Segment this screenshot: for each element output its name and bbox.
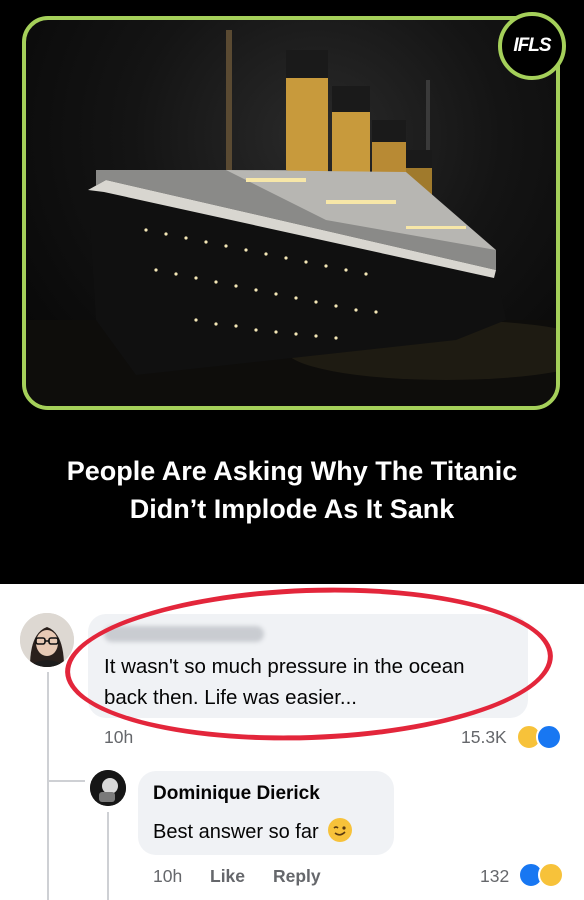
- titanic-photo: [22, 16, 560, 410]
- titanic-illustration: [26, 30, 556, 406]
- reply-timestamp[interactable]: 10h: [153, 866, 182, 887]
- thread-line: [47, 672, 49, 900]
- thread-branch: [47, 780, 85, 782]
- ifls-logo-text: IFLS: [513, 35, 551, 56]
- comment-reaction-count[interactable]: 15.3K: [461, 727, 507, 748]
- wink-emoji: [328, 818, 353, 842]
- avatar-portrait: [20, 613, 74, 667]
- headline-line-2: Didn’t Implode As It Sank: [129, 494, 455, 524]
- reply-reply-link[interactable]: Reply: [273, 866, 321, 887]
- reply-thread-line: [107, 812, 109, 900]
- reply-reactions[interactable]: [518, 862, 564, 888]
- red-highlight-circle: [62, 579, 556, 749]
- comment-reactions[interactable]: [516, 724, 562, 750]
- reply-like-link[interactable]: Like: [210, 866, 245, 887]
- reply-text-content: Best answer so far: [153, 821, 319, 843]
- reply-author-name[interactable]: Dominique Dierick: [153, 783, 320, 805]
- reply-reaction-count[interactable]: 132: [480, 866, 509, 887]
- headline-line-1: People Are Asking Why The Titanic: [66, 456, 518, 486]
- post-image-card[interactable]: IFLS People Are Asking Why The Titanic D…: [0, 0, 584, 584]
- ifls-logo-badge: IFLS: [498, 12, 566, 80]
- commenter-avatar[interactable]: [20, 613, 74, 667]
- reply-text: Best answer so far: [153, 818, 353, 844]
- like-icon: [536, 724, 562, 750]
- comment-timestamp[interactable]: 10h: [104, 727, 133, 748]
- article-headline[interactable]: People Are Asking Why The Titanic Didn’t…: [0, 452, 584, 528]
- haha-icon: [538, 862, 564, 888]
- reply-avatar[interactable]: [90, 770, 126, 806]
- reply-avatar-image: [90, 770, 126, 806]
